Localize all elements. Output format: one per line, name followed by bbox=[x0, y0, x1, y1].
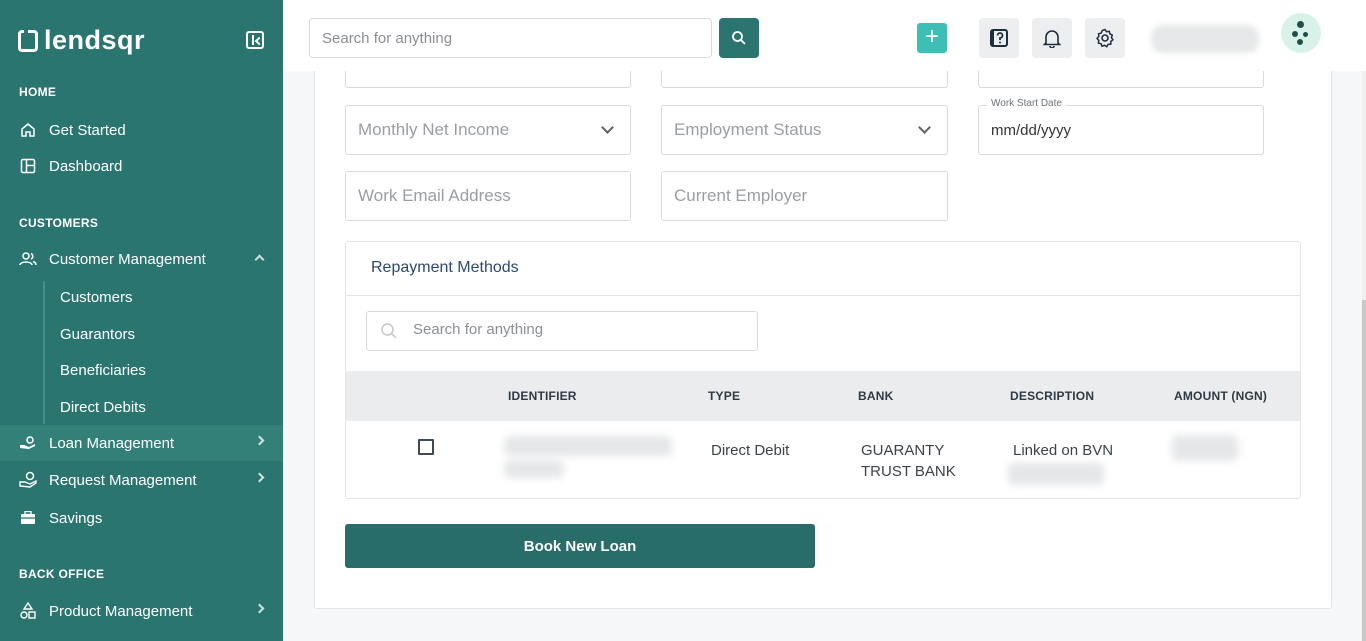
settings-button[interactable] bbox=[1085, 18, 1125, 58]
repayment-methods-title: Repayment Methods bbox=[371, 259, 519, 276]
monthly-net-income-placeholder: Monthly Net Income bbox=[358, 120, 510, 139]
search-icon bbox=[732, 31, 746, 45]
scrollbar-thumb[interactable] bbox=[1362, 300, 1366, 641]
request-icon bbox=[19, 471, 37, 489]
column-amount[interactable]: AMOUNT (NGN) bbox=[1174, 389, 1267, 403]
sidebar-item-label: Dashboard bbox=[49, 157, 123, 175]
sidebar-item-dashboard[interactable]: Dashboard bbox=[0, 148, 283, 184]
sidebar-item-label: Loan Management bbox=[49, 434, 175, 452]
sidebar-subitem-beneficiaries[interactable]: Beneficiaries bbox=[60, 362, 146, 379]
employment-status-select[interactable]: Employment Status bbox=[661, 105, 948, 155]
chevron-up-icon bbox=[254, 254, 265, 265]
row-checkbox[interactable] bbox=[418, 439, 434, 455]
sidebar-item-savings[interactable]: Savings bbox=[0, 500, 283, 536]
briefcase-icon bbox=[19, 509, 37, 527]
repayment-search-box[interactable] bbox=[366, 311, 758, 351]
logo-icon bbox=[18, 27, 38, 52]
home-icon bbox=[19, 121, 37, 139]
work-start-date-input[interactable]: Work Start Date mm/dd/yyyy bbox=[978, 98, 1264, 155]
section-title-home: HOME bbox=[19, 85, 57, 99]
sidebar-collapse-icon[interactable] bbox=[246, 31, 264, 49]
column-bank[interactable]: BANK bbox=[858, 389, 893, 403]
description-redacted bbox=[1008, 463, 1104, 485]
column-identifier[interactable]: IDENTIFIER bbox=[508, 389, 577, 403]
row-type: Direct Debit bbox=[711, 442, 790, 459]
scrolled-field[interactable] bbox=[345, 71, 631, 88]
global-search-input[interactable] bbox=[309, 18, 712, 58]
sidebar-item-label: Customer Management bbox=[49, 250, 206, 268]
row-bank-line1: GUARANTY bbox=[861, 442, 945, 459]
sidebar-item-label: Product Management bbox=[49, 602, 193, 620]
table-header: IDENTIFIER TYPE BANK DESCRIPTION AMOUNT … bbox=[346, 371, 1300, 421]
work-start-date-label: Work Start Date bbox=[987, 98, 1066, 109]
row-description: Linked on BVN bbox=[1013, 442, 1114, 459]
chevron-right-icon bbox=[254, 603, 265, 614]
notifications-button[interactable] bbox=[1032, 18, 1072, 58]
help-button[interactable] bbox=[979, 18, 1019, 58]
scrolled-field[interactable] bbox=[978, 71, 1264, 88]
top-bar: + bbox=[283, 0, 1366, 71]
sidebar-item-get-started[interactable]: Get Started bbox=[0, 112, 283, 148]
quick-add-button[interactable]: + bbox=[917, 23, 947, 53]
book-new-loan-button[interactable]: Book New Loan bbox=[345, 524, 815, 568]
sidebar-subitem-direct-debits[interactable]: Direct Debits bbox=[60, 399, 146, 416]
dashboard-icon bbox=[19, 157, 37, 175]
product-icon bbox=[19, 602, 37, 620]
brand-logo[interactable]: lendsqr bbox=[18, 25, 145, 56]
section-title-customers: CUSTOMERS bbox=[19, 216, 99, 230]
work-start-date-value: mm/dd/yyyy bbox=[991, 121, 1072, 139]
sidebar-item-request-management[interactable]: Request Management bbox=[0, 462, 283, 498]
loan-icon bbox=[19, 434, 37, 452]
section-title-back-office: BACK OFFICE bbox=[19, 567, 105, 581]
work-email-placeholder: Work Email Address bbox=[358, 186, 511, 205]
row-bank-line2: TRUST BANK bbox=[861, 463, 956, 480]
chevron-down-icon bbox=[601, 121, 614, 134]
search-button[interactable] bbox=[719, 18, 759, 58]
current-employer-placeholder: Current Employer bbox=[674, 186, 808, 205]
repayment-search-input[interactable] bbox=[413, 321, 743, 338]
chevron-right-icon bbox=[254, 435, 265, 446]
avatar[interactable] bbox=[1281, 13, 1321, 53]
sidebar-item-customer-management[interactable]: Customer Management bbox=[0, 241, 283, 277]
bell-icon bbox=[1043, 30, 1061, 48]
sidebar-item-label: Request Management bbox=[49, 471, 197, 489]
sidebar-subitem-customers[interactable]: Customers bbox=[60, 289, 133, 306]
search-icon bbox=[381, 323, 397, 339]
work-email-input[interactable]: Work Email Address bbox=[345, 171, 631, 221]
chevron-down-icon bbox=[918, 121, 931, 134]
sidebar: lendsqr HOME Get Started Dashboard CUSTO… bbox=[0, 0, 283, 641]
brand-name: lendsqr bbox=[44, 25, 146, 55]
sidebar-item-loan-management[interactable]: Loan Management bbox=[0, 425, 283, 461]
identifier-redacted bbox=[504, 436, 672, 456]
sidebar-item-product-management[interactable]: Product Management bbox=[0, 593, 283, 629]
column-type[interactable]: TYPE bbox=[708, 389, 740, 403]
repayment-methods-panel: Repayment Methods IDENTIFIER TYPE BANK D… bbox=[345, 241, 1301, 499]
current-employer-input[interactable]: Current Employer bbox=[661, 171, 948, 221]
submenu-divider bbox=[43, 281, 45, 424]
monthly-net-income-select[interactable]: Monthly Net Income bbox=[345, 105, 631, 155]
gear-icon bbox=[1096, 28, 1114, 48]
employment-status-placeholder: Employment Status bbox=[674, 120, 822, 139]
sidebar-item-label: Get Started bbox=[49, 121, 126, 139]
amount-redacted bbox=[1172, 435, 1238, 461]
divider bbox=[346, 295, 1300, 296]
identifier-redacted bbox=[504, 460, 564, 478]
chevron-right-icon bbox=[254, 472, 265, 483]
help-icon bbox=[990, 29, 1008, 47]
sidebar-item-label: Savings bbox=[49, 509, 103, 527]
column-description[interactable]: DESCRIPTION bbox=[1010, 389, 1094, 403]
sidebar-subitem-guarantors[interactable]: Guarantors bbox=[60, 326, 135, 343]
scrolled-field[interactable] bbox=[661, 71, 948, 88]
users-icon bbox=[19, 250, 37, 268]
user-name-redacted bbox=[1151, 25, 1259, 53]
